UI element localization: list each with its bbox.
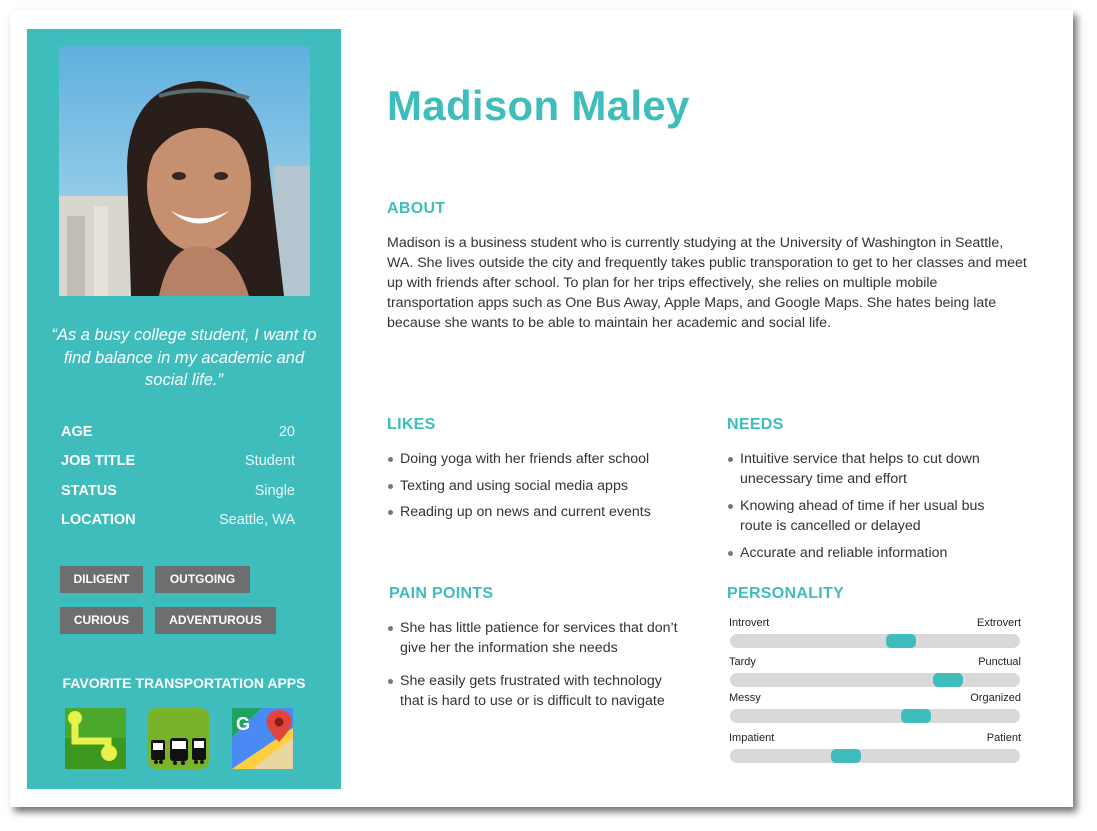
likes-list: Doing yoga with her friends after school… [387, 449, 707, 522]
fact-value: Student [245, 453, 295, 470]
fact-value: Single [254, 482, 295, 499]
persona-sidebar: “As a busy college student, I want to fi… [27, 29, 341, 789]
scale-track [730, 749, 1020, 763]
scale-right-label: Organized [970, 692, 1021, 704]
scale-track [730, 673, 1020, 687]
list-item: Texting and using social media apps [387, 476, 707, 496]
fact-label: STATUS [61, 482, 117, 499]
pain-points-list: She has little patience for services tha… [387, 618, 687, 711]
apps-title: FAVORITE TRANSPORTATION APPS [62, 675, 306, 691]
trait-tag: OUTGOING [155, 566, 250, 593]
svg-text:G: G [236, 714, 250, 734]
scale-right-label: Extrovert [976, 617, 1021, 629]
scale-knob [933, 673, 963, 687]
needs-list: Intuitive service that helps to cut down… [727, 449, 1017, 563]
scale-left-label: Tardy [729, 656, 756, 668]
personality-scale: Introvert Extrovert [729, 617, 1021, 648]
google-maps-app-icon: G [232, 708, 293, 769]
fact-row-status: STATUS Single [61, 476, 295, 506]
one-bus-away-app-icon [65, 708, 126, 769]
list-item: She has little patience for services tha… [387, 618, 687, 658]
list-item: Reading up on news and current events [387, 502, 707, 522]
scale-knob [901, 709, 931, 723]
trait-tag: ADVENTUROUS [155, 607, 276, 634]
trait-tag: CURIOUS [60, 607, 143, 634]
about-text: Madison is a business student who is cur… [387, 235, 1027, 331]
fact-value: 20 [278, 423, 295, 440]
fact-label: LOCATION [61, 512, 136, 529]
transit-app-icon [148, 708, 209, 769]
scale-left-label: Impatient [729, 732, 775, 744]
fact-label: AGE [61, 423, 93, 440]
scale-right-label: Patient [986, 732, 1021, 744]
list-item: She easily gets frustrated with technolo… [387, 671, 687, 711]
scale-left-label: Messy [729, 692, 761, 704]
fact-label: JOB TITLE [61, 453, 136, 470]
scale-track [730, 709, 1020, 723]
persona-facts: AGE 20 JOB TITLE Student STATUS Single L… [61, 417, 295, 535]
persona-quote: “As a busy college student, I want to fi… [51, 326, 317, 389]
fact-value: Seattle, WA [218, 512, 295, 529]
list-item: Doing yoga with her friends after school [387, 449, 707, 469]
list-item: Accurate and reliable information [727, 543, 1017, 563]
scale-right-label: Punctual [978, 656, 1021, 668]
persona-name: Madison Maley [387, 82, 690, 129]
personality-scale: Tardy Punctual [729, 656, 1021, 687]
scale-left-label: Introvert [729, 617, 770, 629]
likes-heading: LIKES [387, 416, 436, 433]
scale-knob [831, 749, 861, 763]
scale-knob [886, 634, 916, 648]
scale-track [730, 634, 1020, 648]
persona-photo [59, 46, 310, 296]
personality-scale: Impatient Patient [729, 732, 1021, 763]
fact-row-location: LOCATION Seattle, WA [61, 506, 295, 536]
fact-row-age: AGE 20 [61, 417, 295, 447]
trait-tag: DILIGENT [60, 566, 143, 593]
list-item: Intuitive service that helps to cut down… [727, 449, 1017, 489]
personality-heading: PERSONALITY [727, 585, 845, 602]
personality-scale: Messy Organized [729, 692, 1021, 723]
pain-points-heading: PAIN POINTS [389, 585, 494, 602]
list-item: Knowing ahead of time if her usual bus r… [727, 496, 1017, 536]
about-heading: ABOUT [387, 200, 446, 217]
fact-row-job-title: JOB TITLE Student [61, 447, 295, 477]
needs-heading: NEEDS [727, 416, 784, 433]
